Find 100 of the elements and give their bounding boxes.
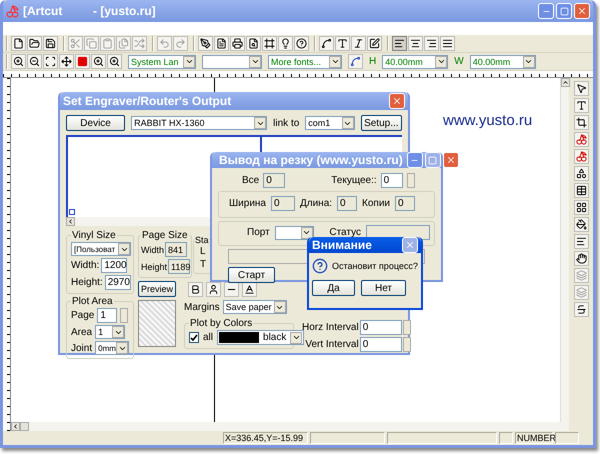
- interval-field[interactable]: 0: [360, 320, 402, 335]
- frame-button[interactable]: [262, 36, 277, 51]
- length-field[interactable]: 0: [337, 196, 358, 211]
- close-button[interactable]: [402, 237, 418, 253]
- cherry-icon: [576, 151, 586, 162]
- hand-icon: [576, 253, 586, 264]
- start-button[interactable]: Старт: [228, 267, 275, 283]
- bold-button[interactable]: [188, 282, 203, 296]
- align-right-button[interactable]: [424, 36, 439, 51]
- zoom-in-button[interactable]: [11, 54, 26, 69]
- height-field[interactable]: 2970: [104, 275, 131, 290]
- lines-tool[interactable]: [574, 234, 588, 249]
- move-button[interactable]: [59, 54, 74, 69]
- cherry-tool[interactable]: [574, 149, 588, 164]
- minimize-button[interactable]: [406, 152, 423, 168]
- port-dropdown[interactable]: [274, 226, 314, 240]
- fonts-dropdown[interactable]: More fonts...: [268, 54, 342, 68]
- vinyl-type-dropdown[interactable]: [Пользоват: [71, 242, 131, 256]
- crop-tool[interactable]: [574, 115, 588, 130]
- joint-dropdown[interactable]: 0mm: [95, 341, 129, 355]
- setup-button[interactable]: Setup...: [360, 115, 402, 131]
- undo-icon: [159, 38, 170, 49]
- clipboard-icon: [102, 38, 113, 49]
- zoom-out-button[interactable]: [27, 54, 42, 69]
- close-icon: [392, 96, 402, 106]
- figure-button[interactable]: [206, 282, 221, 296]
- device-dropdown[interactable]: RABBIT HX-1360: [131, 116, 268, 130]
- hand-tool[interactable]: [574, 251, 588, 266]
- align-left-button[interactable]: [392, 36, 407, 51]
- text-tool[interactable]: [574, 98, 588, 113]
- margins-dropdown[interactable]: Save paper: [222, 300, 287, 314]
- grid-tool[interactable]: [574, 200, 588, 215]
- field-label: Порт: [247, 227, 270, 238]
- all-checkbox[interactable]: [189, 332, 199, 343]
- page-field[interactable]: 1: [97, 308, 118, 323]
- text-strike-tool[interactable]: [574, 302, 588, 317]
- scroll-thumb[interactable]: [20, 422, 29, 431]
- preview-button[interactable]: Preview: [138, 281, 176, 297]
- maximize-button[interactable]: [424, 152, 441, 168]
- text-tool-button[interactable]: [348, 54, 363, 69]
- width-field[interactable]: 0: [270, 196, 295, 211]
- curve-button[interactable]: [319, 36, 334, 51]
- printer-button[interactable]: [230, 36, 245, 51]
- pointer-tool[interactable]: [574, 81, 588, 96]
- floppy-disk-button[interactable]: [43, 36, 58, 51]
- height-dropdown[interactable]: 40.00mm: [382, 54, 448, 68]
- align-center-button[interactable]: [408, 36, 423, 51]
- zoom-in-button[interactable]: [91, 54, 106, 69]
- current-field[interactable]: 0: [380, 173, 403, 188]
- scissors-icon: [70, 38, 81, 49]
- preview-button[interactable]: [246, 36, 261, 51]
- language-dropdown[interactable]: System Lan: [128, 54, 196, 68]
- horizontal-scrollbar[interactable]: [11, 422, 569, 431]
- maximize-button[interactable]: [556, 3, 572, 19]
- justify-icon: [442, 38, 453, 49]
- help-button[interactable]: [294, 36, 309, 51]
- color-dropdown[interactable]: black: [217, 330, 304, 345]
- zoom-fit-button[interactable]: [43, 54, 58, 69]
- field-label: Статус: [329, 227, 361, 238]
- shapes-tool[interactable]: [574, 166, 588, 181]
- total-field[interactable]: 0: [263, 173, 286, 188]
- line-button[interactable]: [224, 282, 239, 296]
- folder-button[interactable]: [27, 36, 42, 51]
- lightbulb-button[interactable]: [278, 36, 293, 51]
- square-button[interactable]: [75, 54, 90, 69]
- canvas-text: www.yusto.ru: [443, 112, 532, 129]
- area-dropdown[interactable]: 1: [95, 325, 126, 339]
- minimize-button[interactable]: [538, 3, 554, 19]
- device-button[interactable]: Device: [66, 115, 126, 131]
- copies-field[interactable]: 0: [395, 196, 416, 211]
- vertical-scrollbar[interactable]: [560, 78, 569, 422]
- pen-button[interactable]: [198, 36, 213, 51]
- paint-bucket-tool[interactable]: [574, 217, 588, 232]
- edit-button[interactable]: [367, 36, 382, 51]
- link-label: link to: [273, 118, 300, 128]
- field-label: Текущее::: [331, 175, 377, 186]
- width-field[interactable]: 841: [165, 242, 188, 257]
- pointer-icon: [576, 83, 586, 94]
- text-button[interactable]: [335, 36, 350, 51]
- person-icon: [208, 284, 219, 294]
- close-button[interactable]: [574, 3, 590, 19]
- dialog-button[interactable]: Нет: [361, 280, 406, 296]
- zoom-in-button[interactable]: [107, 54, 122, 69]
- dialog-button[interactable]: Да: [312, 280, 355, 296]
- document-button[interactable]: [11, 36, 26, 51]
- justify-button[interactable]: [440, 36, 455, 51]
- close-button[interactable]: [442, 152, 459, 168]
- cherry-tool[interactable]: [574, 132, 588, 147]
- table-tool[interactable]: [574, 183, 588, 198]
- interval-field[interactable]: 0: [360, 337, 402, 352]
- close-button[interactable]: [389, 93, 405, 109]
- italic-button[interactable]: [351, 36, 366, 51]
- check-icon: [190, 334, 198, 342]
- port-dropdown[interactable]: com1: [305, 116, 355, 130]
- height-field[interactable]: 1189: [168, 259, 190, 274]
- page-button[interactable]: [214, 36, 229, 51]
- width-dropdown[interactable]: 40.00mm: [470, 54, 536, 68]
- help-icon: [296, 38, 307, 49]
- width-field[interactable]: 1200: [101, 258, 128, 273]
- lines-icon: [576, 236, 586, 247]
